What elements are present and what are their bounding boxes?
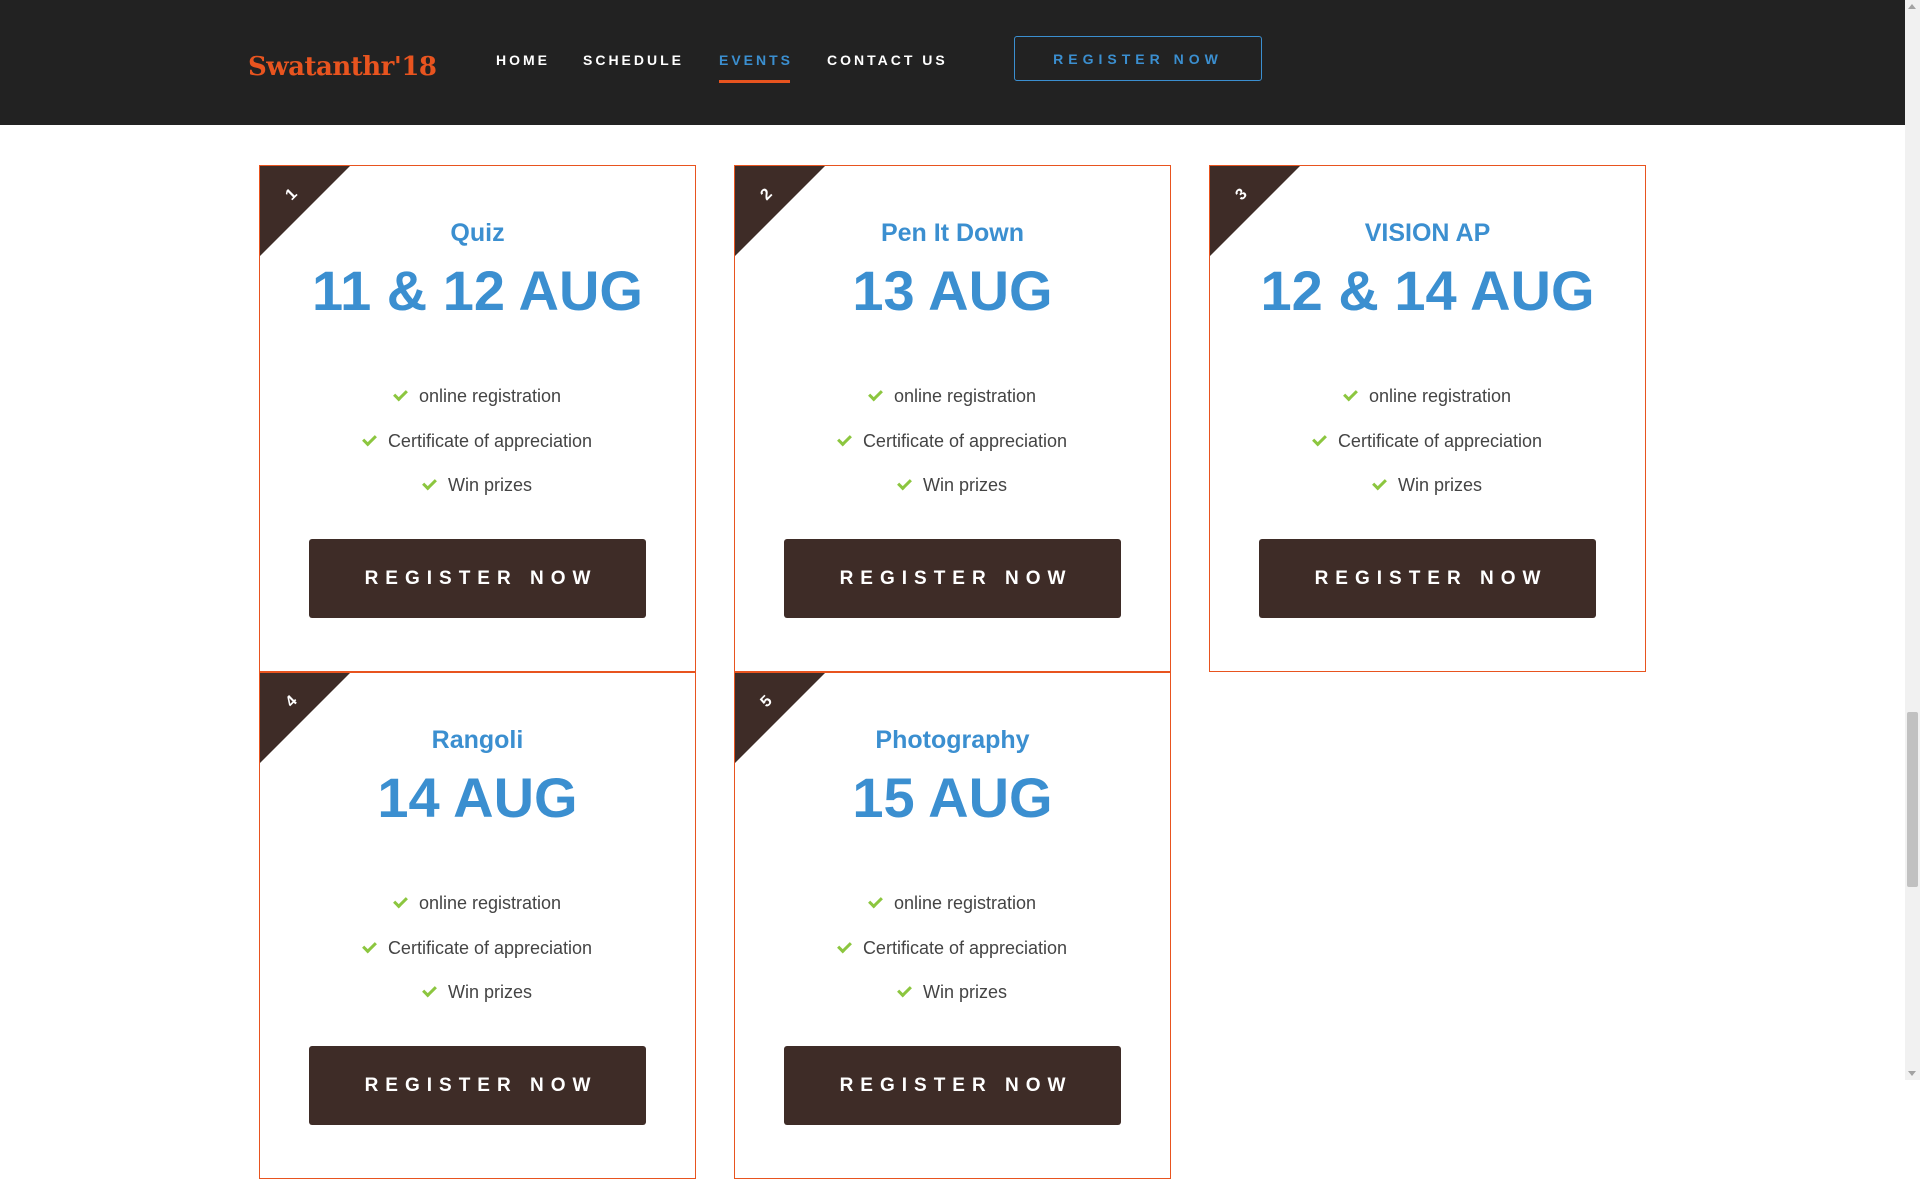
check-icon (837, 431, 852, 447)
scrollbar-thumb[interactable] (1907, 712, 1918, 887)
header-register-button[interactable]: REGISTER NOW (1014, 36, 1262, 81)
event-title: Rangoli (431, 726, 524, 754)
feature-item: Win prizes (260, 982, 695, 1003)
check-icon (362, 938, 377, 954)
check-icon (897, 475, 912, 491)
feature-item: Certificate of appreciation (260, 938, 695, 959)
feature-text: Certificate of appreciation (1337, 431, 1543, 451)
brand-logo[interactable]: Swatanthr'18 (248, 52, 437, 82)
register-button-quiz[interactable]: REGISTER NOW (309, 539, 646, 618)
event-title: VISION AP (1364, 219, 1491, 247)
feature-item: online registration (735, 386, 1170, 407)
feature-text: online registration (893, 893, 1037, 913)
check-icon (422, 982, 437, 998)
feature-text: Win prizes (447, 982, 532, 1002)
feature-text: Certificate of appreciation (862, 431, 1068, 451)
scroll-up-arrow-icon[interactable] (1908, 4, 1916, 9)
register-button-rangoli[interactable]: REGISTER NOW (309, 1046, 646, 1125)
event-date: 12 & 14 AUG (1260, 259, 1595, 322)
event-card-pen-it-down: 2 Pen It Down 13 AUG online registration… (734, 165, 1171, 672)
check-icon (1312, 431, 1327, 447)
event-title: Pen It Down (880, 219, 1025, 247)
check-icon (1343, 386, 1358, 402)
feature-item: Certificate of appreciation (735, 938, 1170, 959)
event-title: Photography (875, 726, 1030, 754)
nav-events[interactable]: EVENTS (719, 52, 794, 83)
feature-item: online registration (260, 386, 695, 407)
event-date: 14 AUG (377, 766, 578, 829)
feature-item: Certificate of appreciation (260, 431, 695, 452)
feature-text: Win prizes (922, 982, 1007, 1002)
event-card-quiz: 1 Quiz 11 & 12 AUG online registration C… (259, 165, 696, 672)
feature-item: Win prizes (735, 982, 1170, 1003)
check-icon (868, 893, 883, 909)
feature-text: Win prizes (1397, 475, 1482, 495)
feature-text: Certificate of appreciation (387, 938, 593, 958)
feature-text: Certificate of appreciation (387, 431, 593, 451)
event-date: 13 AUG (852, 259, 1053, 322)
feature-text: Win prizes (922, 475, 1007, 495)
register-button-pen-it-down[interactable]: REGISTER NOW (784, 539, 1121, 618)
check-icon (422, 475, 437, 491)
feature-text: Win prizes (447, 475, 532, 495)
feature-text: online registration (1368, 386, 1512, 406)
vertical-scrollbar[interactable] (1905, 0, 1920, 1080)
feature-item: Win prizes (1210, 475, 1645, 496)
check-icon (362, 431, 377, 447)
top-navbar: Swatanthr'18 HOME SCHEDULE EVENTS CONTAC… (0, 0, 1905, 125)
feature-item: online registration (1210, 386, 1645, 407)
check-icon (1372, 475, 1387, 491)
feature-item: Certificate of appreciation (735, 431, 1170, 452)
event-date: 11 & 12 AUG (312, 259, 643, 322)
event-date: 15 AUG (852, 766, 1053, 829)
event-card-rangoli: 4 Rangoli 14 AUG online registration Cer… (259, 672, 696, 1179)
check-icon (393, 386, 408, 402)
register-button-photography[interactable]: REGISTER NOW (784, 1046, 1121, 1125)
check-icon (897, 982, 912, 998)
feature-text: online registration (418, 893, 562, 913)
event-title: Quiz (450, 219, 505, 247)
event-card-vision-ap: 3 VISION AP 12 & 14 AUG online registrat… (1209, 165, 1646, 672)
active-nav-indicator (719, 80, 791, 83)
check-icon (837, 938, 852, 954)
feature-text: Certificate of appreciation (862, 938, 1068, 958)
register-button-vision-ap[interactable]: REGISTER NOW (1259, 539, 1596, 618)
feature-item: online registration (735, 893, 1170, 914)
nav-events-label: EVENTS (719, 52, 794, 68)
check-icon (393, 893, 408, 909)
nav-contact-us[interactable]: CONTACT US (827, 52, 948, 82)
scroll-down-arrow-icon[interactable] (1908, 1071, 1916, 1076)
feature-text: online registration (893, 386, 1037, 406)
check-icon (868, 386, 883, 402)
event-card-photography: 5 Photography 15 AUG online registration… (734, 672, 1171, 1179)
feature-item: online registration (260, 893, 695, 914)
feature-item: Win prizes (260, 475, 695, 496)
nav-schedule[interactable]: SCHEDULE (583, 52, 684, 82)
feature-item: Certificate of appreciation (1210, 431, 1645, 452)
feature-text: online registration (418, 386, 562, 406)
nav-home[interactable]: HOME (496, 52, 550, 82)
feature-item: Win prizes (735, 475, 1170, 496)
